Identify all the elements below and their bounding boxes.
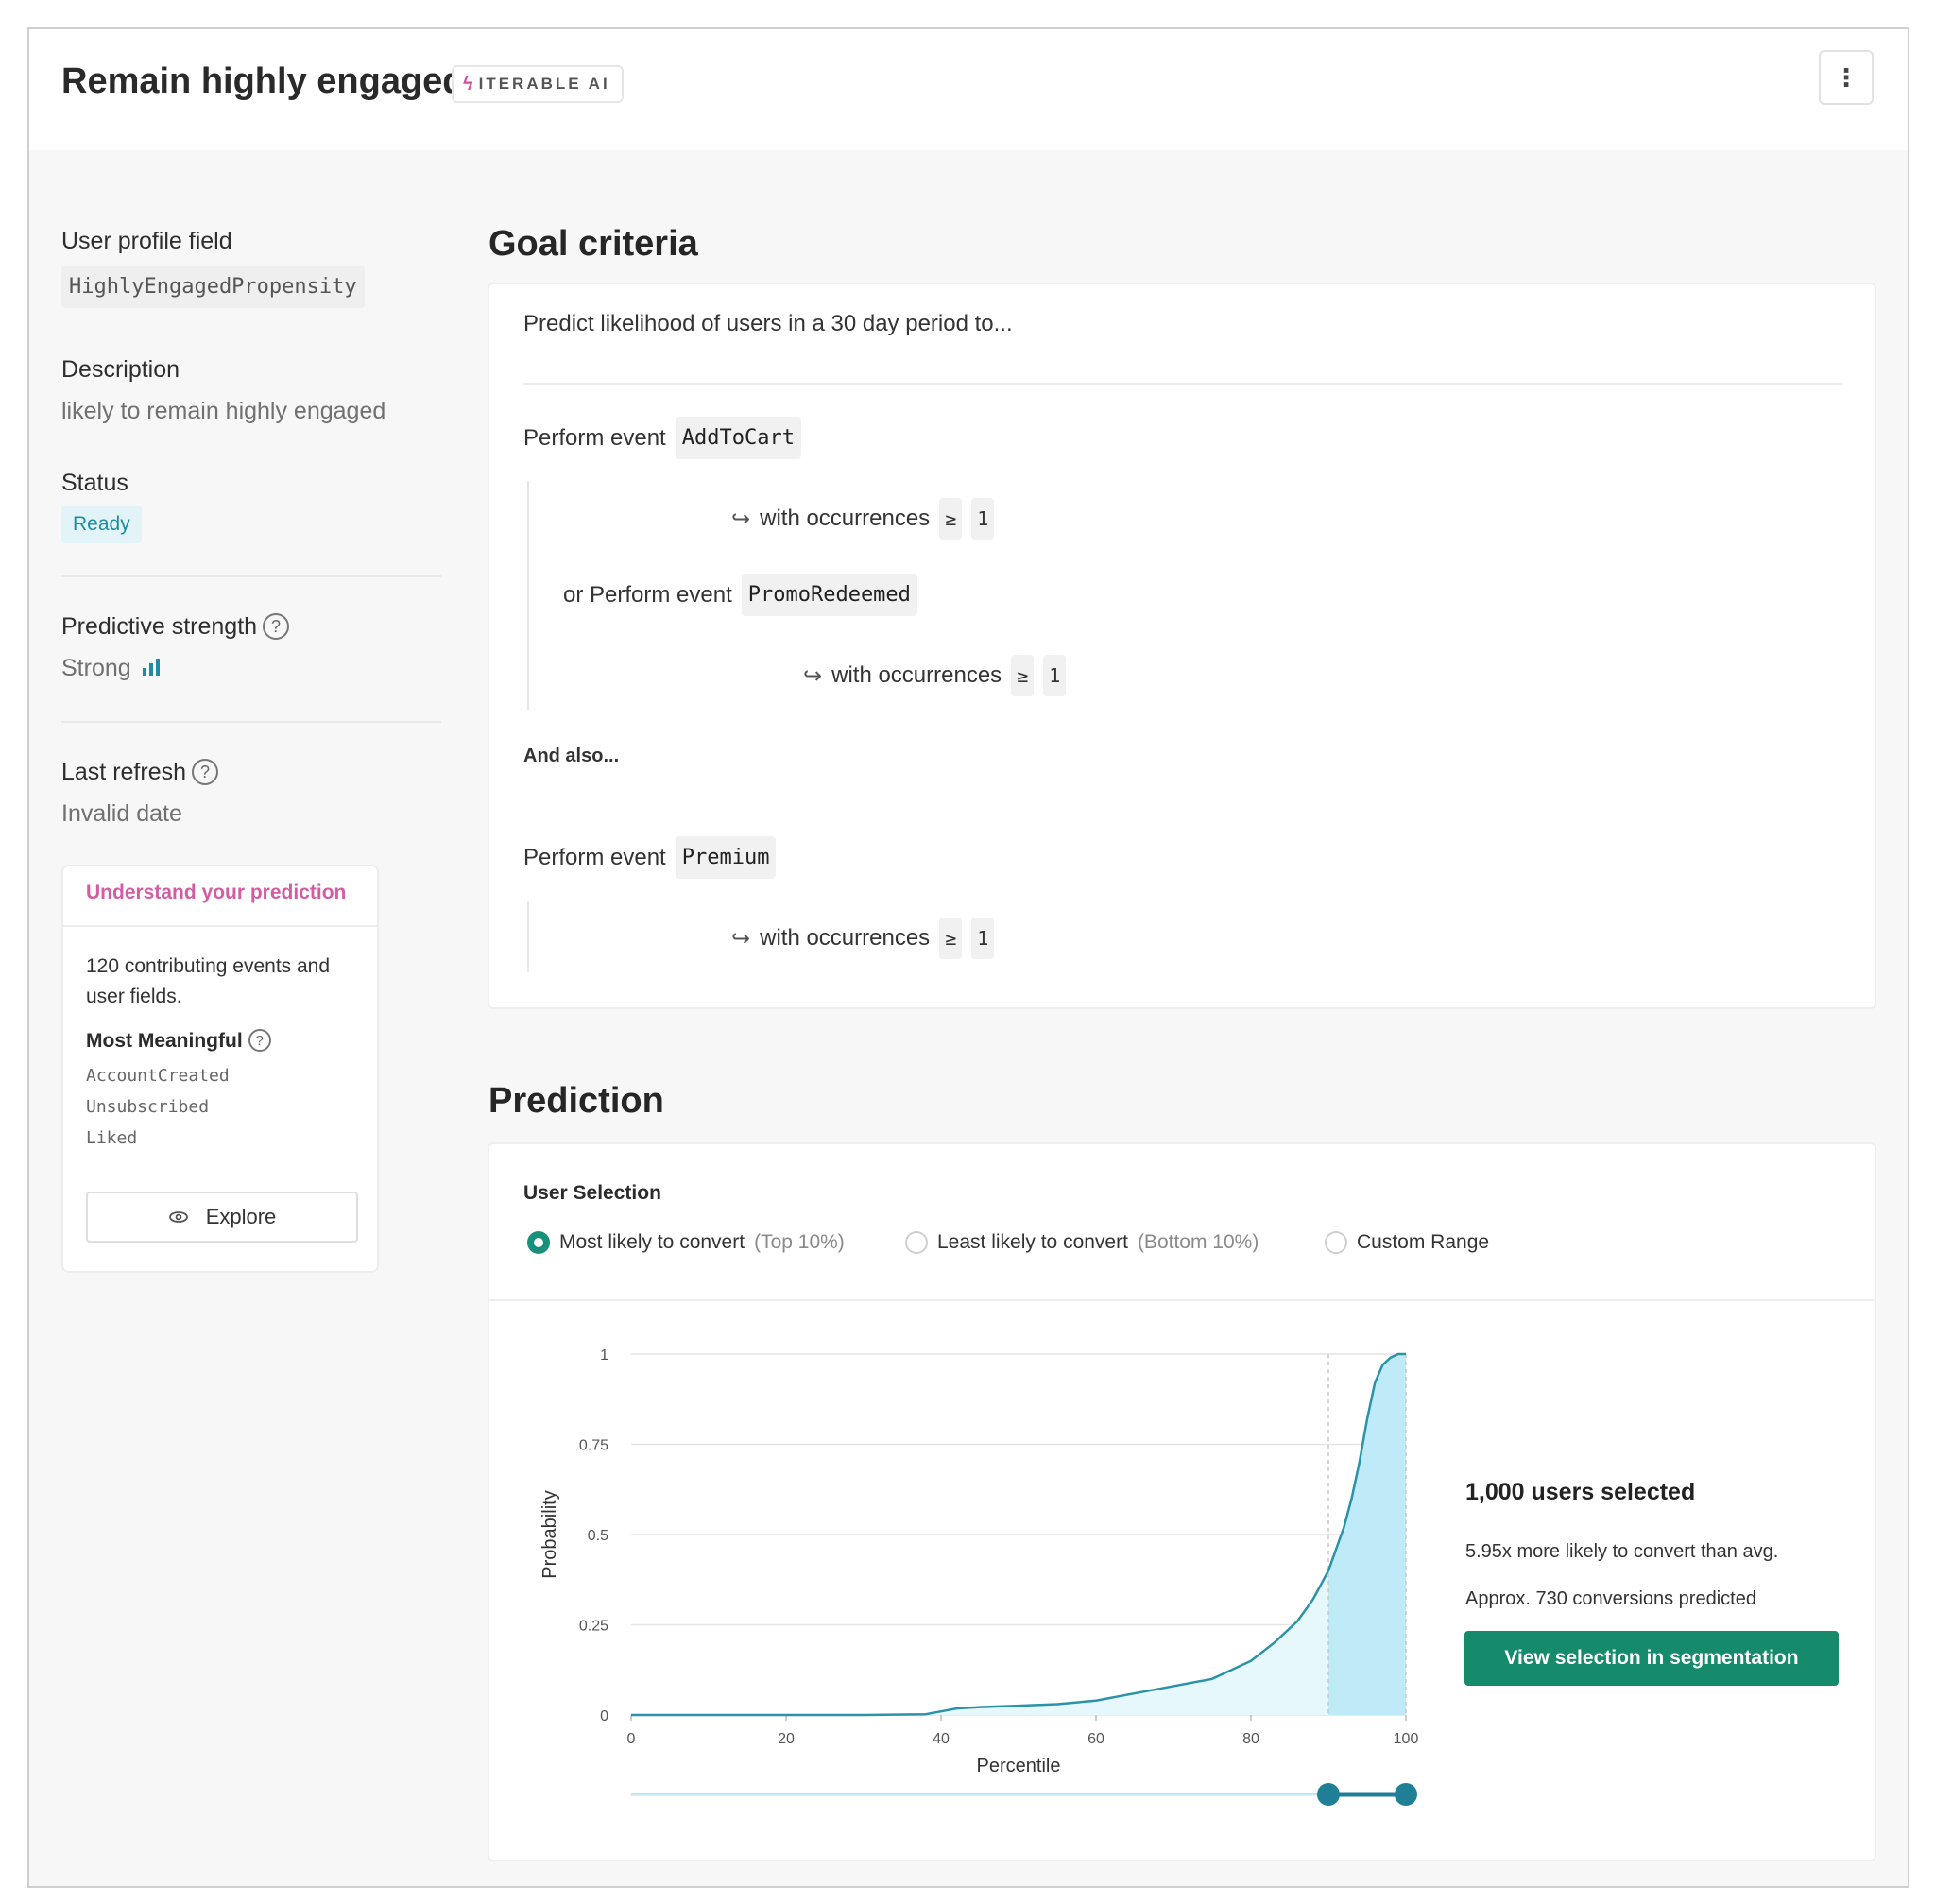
x-tick-label: 80	[1242, 1731, 1259, 1747]
range-slider-handle-end[interactable]	[1395, 1783, 1417, 1806]
criteria-row: Perform event AddToCart	[523, 417, 801, 459]
predictive-strength-value-row: Strong	[61, 655, 161, 682]
x-tick-label: 40	[933, 1731, 950, 1747]
prediction-detail-panel: Remain highly engaged ϟ ITERABLE AI ⋮ Us…	[27, 27, 1909, 1888]
most-meaningful-row: Most Meaningful?	[86, 1029, 354, 1053]
perform-event-label: Perform event	[523, 844, 666, 870]
most-meaningful-label: Most Meaningful	[86, 1030, 243, 1052]
divider	[61, 721, 441, 723]
probability-chart: 0 0.25 0.5 0.75 1 0 20 40 60 80 100 Percentile Proba…	[539, 1347, 1419, 1806]
group-line	[527, 481, 529, 710]
list-item: Unsubscribed	[86, 1097, 210, 1117]
y-tick-label: 0.5	[588, 1528, 608, 1544]
perform-event-label: Perform event	[523, 424, 666, 451]
last-refresh-value: Invalid date	[61, 800, 182, 827]
count-chip: 1	[971, 918, 995, 959]
x-tick-label: 20	[778, 1731, 795, 1747]
divider	[523, 383, 1842, 385]
operator-chip: ≥	[939, 918, 963, 959]
lightning-bolt-icon: ϟ	[463, 73, 473, 94]
header-bar: Remain highly engaged ϟ ITERABLE AI ⋮	[29, 29, 1908, 150]
help-icon[interactable]: ?	[192, 759, 219, 785]
criteria-row: Perform event Premium	[523, 836, 777, 879]
x-tick-label: 60	[1087, 1731, 1104, 1747]
operator-chip: ≥	[939, 498, 963, 540]
list-item: Liked	[86, 1128, 138, 1148]
profile-field-label: User profile field	[61, 228, 232, 254]
y-axis-label: Probability	[539, 1490, 560, 1578]
return-arrow-icon: ↪	[731, 506, 751, 532]
help-icon[interactable]: ?	[263, 613, 290, 640]
goal-intro-text: Predict likelihood of users in a 30 day …	[523, 311, 1013, 336]
explore-label: Explore	[205, 1205, 277, 1228]
occurrence-row: ↪ with occurrences ≥ 1	[803, 655, 1067, 696]
understand-prediction-card: Understand your prediction 120 contribut…	[61, 865, 379, 1273]
y-tick-label: 1	[600, 1347, 608, 1364]
return-arrow-icon: ↪	[731, 925, 751, 952]
x-axis-label: Percentile	[977, 1756, 1061, 1776]
status-label: Status	[61, 470, 128, 496]
goal-criteria-heading: Goal criteria	[488, 224, 698, 264]
occurrences-label: with occurrences	[760, 925, 931, 951]
count-chip: 1	[1043, 655, 1067, 696]
predictive-strength-label: Predictive strength	[61, 613, 258, 640]
explore-button[interactable]: Explore	[86, 1192, 358, 1243]
operator-chip: ≥	[1011, 655, 1035, 696]
page-title: Remain highly engaged	[61, 61, 465, 101]
conversions-text: Approx. 730 conversions predicted	[1465, 1588, 1756, 1609]
and-also-label: And also...	[523, 746, 619, 767]
lift-text: 5.95x more likely to convert than avg.	[1465, 1541, 1779, 1562]
view-in-segmentation-button[interactable]: View selection in segmentation	[1464, 1631, 1839, 1686]
list-item: AccountCreated	[86, 1066, 230, 1086]
predictive-strength-row: Predictive strength?	[61, 613, 290, 641]
last-refresh-row: Last refresh?	[61, 759, 219, 786]
criteria-row: or Perform event PromoRedeemed	[563, 574, 917, 616]
y-tick-label: 0.75	[579, 1438, 608, 1454]
y-tick-label: 0	[600, 1708, 608, 1724]
eye-icon	[168, 1205, 189, 1229]
x-tick-label: 0	[627, 1731, 636, 1747]
range-slider-handle-start[interactable]	[1317, 1783, 1340, 1806]
y-tick-label: 0.25	[579, 1619, 608, 1635]
goal-intro: Predict likelihood of users in a 30 day …	[523, 311, 1013, 337]
event-chip: Premium	[675, 836, 777, 879]
prediction-card: User Selection Most likely to convert (T…	[488, 1142, 1876, 1861]
profile-field-value: HighlyEngagedPropensity	[61, 266, 365, 308]
group-line	[527, 901, 529, 972]
event-chip: AddToCart	[675, 417, 801, 459]
event-chip: PromoRedeemed	[741, 574, 917, 616]
goal-criteria-card: Predict likelihood of users in a 30 day …	[488, 283, 1876, 1009]
most-meaningful-list: AccountCreated Unsubscribed Liked	[86, 1060, 354, 1154]
and-also-text: And also...	[523, 746, 620, 766]
occurrences-label: with occurrences	[760, 506, 931, 531]
occurrence-row: ↪ with occurrences ≥ 1	[731, 918, 995, 959]
badge-label: ITERABLE AI	[478, 75, 610, 93]
status-badge: Ready	[61, 506, 142, 543]
occurrence-row: ↪ with occurrences ≥ 1	[731, 498, 995, 540]
divider	[61, 575, 441, 577]
or-perform-event-label: or Perform event	[563, 581, 732, 608]
description-label: Description	[61, 356, 180, 383]
signal-bars-icon	[143, 659, 161, 676]
occurrences-label: with occurrences	[831, 662, 1002, 688]
count-chip: 1	[971, 498, 995, 540]
kebab-menu-icon[interactable]: ⋮	[1819, 50, 1874, 105]
predictive-strength-value: Strong	[61, 655, 131, 681]
last-refresh-label: Last refresh	[61, 759, 187, 785]
description-value: likely to remain highly engaged	[61, 398, 386, 424]
return-arrow-icon: ↪	[803, 662, 823, 689]
users-selected-count: 1,000 users selected	[1465, 1479, 1696, 1505]
iterable-ai-badge: ϟ ITERABLE AI	[452, 65, 624, 103]
prediction-heading: Prediction	[488, 1081, 664, 1121]
contributing-summary: 120 contributing events and user fields.	[86, 955, 331, 1007]
help-icon[interactable]: ?	[248, 1029, 271, 1052]
x-tick-label: 100	[1394, 1731, 1419, 1747]
understand-prediction-title: Understand your prediction	[63, 866, 377, 927]
